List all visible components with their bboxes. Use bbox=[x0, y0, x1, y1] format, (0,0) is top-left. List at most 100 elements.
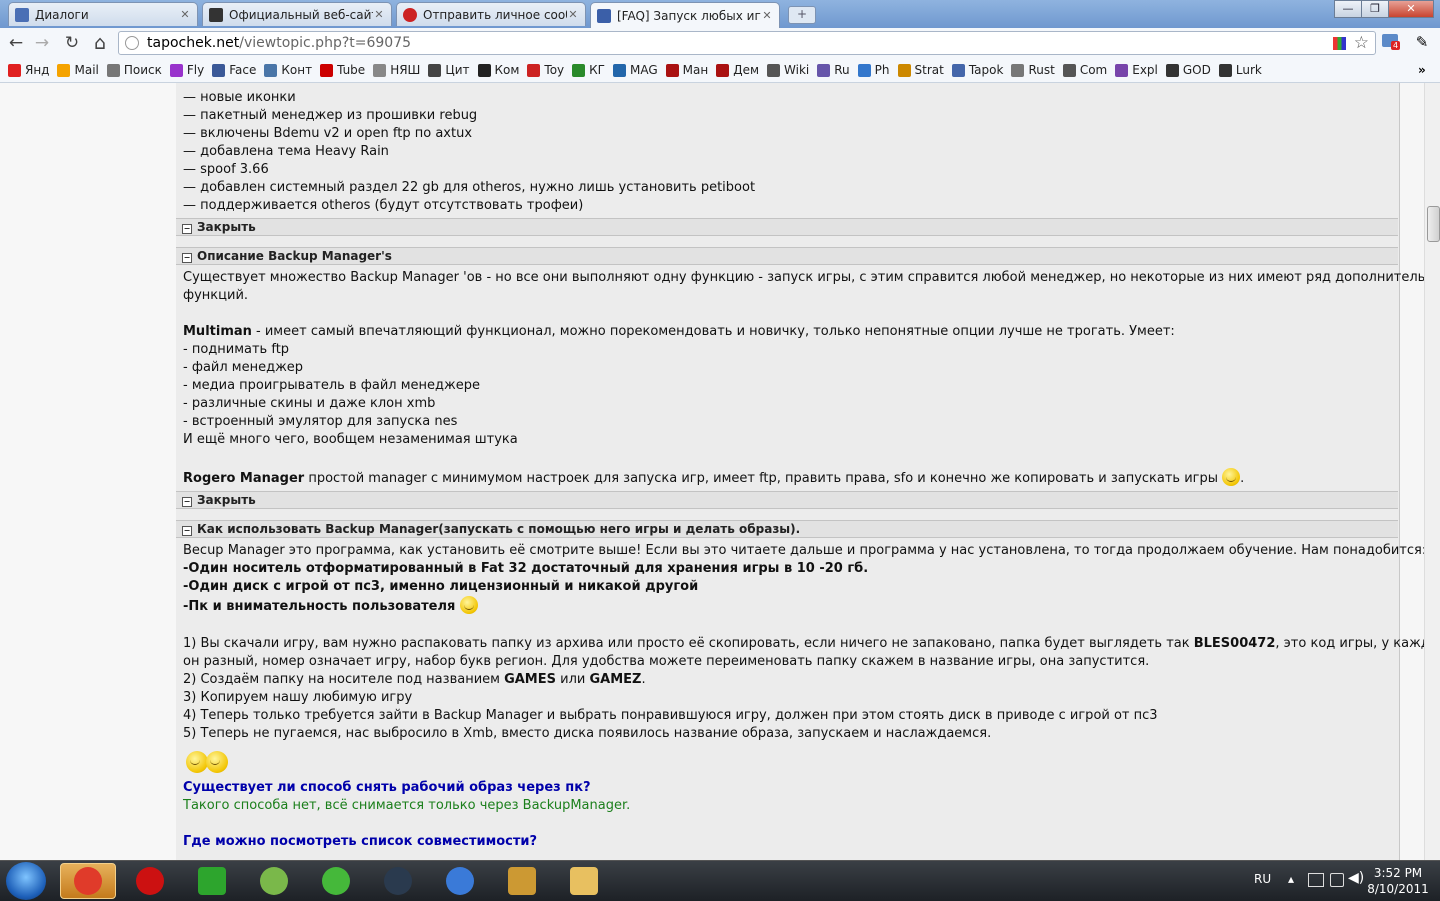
tab-private-message[interactable]: Отправить личное сообщ ✕ bbox=[396, 2, 586, 26]
bookmark-favicon-icon bbox=[212, 63, 226, 77]
opera-icon bbox=[136, 867, 164, 895]
rogero-end: . bbox=[1240, 471, 1245, 486]
page-info-icon[interactable] bbox=[125, 36, 139, 50]
bookmark-item[interactable]: Янд bbox=[8, 63, 49, 77]
right-column bbox=[1400, 83, 1424, 860]
bookmark-label: Ком bbox=[494, 63, 520, 77]
bookmark-item[interactable]: Цит bbox=[428, 63, 470, 77]
address-bar[interactable]: tapochek.net/viewtopic.php?t=69075 ☆ bbox=[118, 31, 1376, 55]
minimize-button[interactable]: — bbox=[1334, 0, 1362, 18]
taskbar-app-recycle[interactable] bbox=[246, 863, 302, 899]
forward-icon[interactable]: → bbox=[30, 32, 54, 54]
game-code: BLES00472 bbox=[1193, 636, 1276, 651]
clock-date[interactable]: 8/10/2011 bbox=[1362, 882, 1434, 896]
start-button[interactable] bbox=[6, 862, 46, 900]
bookmark-item[interactable]: Tapok bbox=[951, 63, 1003, 77]
bookmark-item[interactable]: Ман bbox=[665, 63, 708, 77]
bookmark-item[interactable]: Ком bbox=[477, 63, 520, 77]
clock-time[interactable]: 3:52 PM bbox=[1368, 866, 1428, 880]
bookmark-item[interactable]: Expl bbox=[1115, 63, 1158, 77]
bookmark-favicon-icon bbox=[857, 63, 871, 77]
tab-official-site[interactable]: Официальный веб-сайт Pl ✕ bbox=[202, 2, 392, 26]
bookmark-item[interactable]: Lurk bbox=[1218, 63, 1262, 77]
bookmark-item[interactable]: Конт bbox=[264, 63, 312, 77]
bookmark-item[interactable]: НЯШ bbox=[373, 63, 420, 77]
bookmark-item[interactable]: Face bbox=[212, 63, 256, 77]
taskbar-app-steam[interactable] bbox=[370, 863, 426, 899]
spoiler-header-how-to-use[interactable]: − Как использовать Backup Manager(запуска… bbox=[176, 520, 1398, 538]
vertical-scrollbar[interactable] bbox=[1424, 83, 1440, 860]
bookmark-favicon-icon bbox=[951, 63, 965, 77]
bookmark-item[interactable]: GOD bbox=[1165, 63, 1211, 77]
taskbar-app-opera[interactable] bbox=[122, 863, 178, 899]
rogero-desc: простой manager с минимумом настроек для… bbox=[304, 471, 1219, 486]
bookmarks-more-icon[interactable]: » bbox=[1418, 63, 1426, 77]
bookmark-star-icon[interactable]: ☆ bbox=[1354, 33, 1369, 53]
extension-icon[interactable] bbox=[1332, 36, 1346, 50]
step-text: , это код игры, у каждой bbox=[1275, 636, 1424, 651]
spoiler-body-backup-managers: Существует множество Backup Manager 'ов … bbox=[183, 269, 1424, 488]
list-item: — добавлен системный раздел 22 gb для ot… bbox=[183, 180, 756, 195]
bookmark-item[interactable]: MAG bbox=[613, 63, 658, 77]
taskbar-app-explorer[interactable] bbox=[556, 863, 612, 899]
bookmark-item[interactable]: Mail bbox=[57, 63, 99, 77]
tab-close-icon[interactable]: ✕ bbox=[567, 8, 579, 21]
bookmark-item[interactable]: Com bbox=[1062, 63, 1107, 77]
rogero-name: Rogero Manager bbox=[183, 471, 305, 486]
bookmark-item[interactable]: Strat bbox=[897, 63, 944, 77]
spoiler-header-backup-managers[interactable]: − Описание Backup Manager's bbox=[176, 247, 1398, 265]
bookmark-item[interactable]: Дем bbox=[716, 63, 759, 77]
list-item: — добавлена тема Heavy Rain bbox=[183, 144, 389, 159]
bookmark-label: GOD bbox=[1182, 63, 1211, 77]
tab-title: Отправить личное сообщ bbox=[423, 7, 567, 22]
bookmark-favicon-icon bbox=[320, 63, 334, 77]
back-icon[interactable]: ← bbox=[4, 32, 28, 54]
bookmark-favicon-icon bbox=[1011, 63, 1025, 77]
step-4: 4) Теперь только требуется зайти в Backu… bbox=[183, 708, 1158, 723]
maximize-button[interactable]: ❐ bbox=[1361, 0, 1389, 18]
tab-close-icon[interactable]: ✕ bbox=[373, 8, 385, 21]
network-icon[interactable] bbox=[1308, 873, 1324, 887]
bookmark-item[interactable]: Fly bbox=[169, 63, 204, 77]
bookmark-favicon-icon bbox=[373, 63, 387, 77]
action-center-icon[interactable] bbox=[1330, 873, 1344, 887]
bookmark-item[interactable]: Wiki bbox=[767, 63, 809, 77]
tab-faq-active[interactable]: [FAQ] Запуск любых игр и ✕ bbox=[590, 2, 780, 28]
multiman-desc: - имеет самый впечатляющий функционал, м… bbox=[251, 324, 1175, 339]
wrench-icon[interactable]: ✎ bbox=[1412, 32, 1432, 52]
bookmark-favicon-icon bbox=[527, 63, 541, 77]
close-window-button[interactable]: ✕ bbox=[1388, 0, 1434, 18]
tab-close-icon[interactable]: ✕ bbox=[179, 8, 191, 21]
language-indicator[interactable]: RU bbox=[1254, 872, 1271, 886]
taskbar-app-icq[interactable] bbox=[308, 863, 364, 899]
bookmark-item[interactable]: Tube bbox=[320, 63, 365, 77]
tray-expand-icon[interactable]: ▴ bbox=[1288, 872, 1294, 886]
taskbar-app-game[interactable] bbox=[494, 863, 550, 899]
list-item: - различные скины и даже клон xmb bbox=[183, 396, 436, 411]
spoiler-close-bar[interactable]: − Закрыть bbox=[176, 491, 1398, 509]
bookmark-item[interactable]: КГ bbox=[572, 63, 605, 77]
taskbar-app-itunes[interactable] bbox=[432, 863, 488, 899]
bookmark-label: Цит bbox=[445, 63, 470, 77]
faq-question: Существует ли способ снять рабочий образ… bbox=[183, 780, 591, 795]
new-tab-button[interactable]: + bbox=[788, 6, 816, 24]
bookmark-item[interactable]: Toy bbox=[527, 63, 564, 77]
home-icon[interactable]: ⌂ bbox=[88, 32, 112, 54]
faq-answer: Такого способа нет, всё снимается только… bbox=[183, 798, 631, 813]
post-content: — новые иконки — пакетный менеджер из пр… bbox=[176, 83, 1424, 860]
taskbar-app-utorrent[interactable] bbox=[184, 863, 240, 899]
bookmark-item[interactable]: Поиск bbox=[106, 63, 162, 77]
tab-close-icon[interactable]: ✕ bbox=[761, 9, 773, 22]
tab-title: [FAQ] Запуск любых игр и bbox=[617, 8, 761, 23]
bookmark-label: Wiki bbox=[784, 63, 810, 77]
tab-dialogs[interactable]: Диалоги ✕ bbox=[8, 2, 198, 26]
bookmark-item[interactable]: Ph bbox=[857, 63, 890, 77]
bookmark-item[interactable]: Rust bbox=[1011, 63, 1055, 77]
scrollbar-thumb[interactable] bbox=[1427, 206, 1440, 242]
spoiler-close-bar[interactable]: − Закрыть bbox=[176, 218, 1398, 236]
mail-notifier-icon[interactable]: 4 bbox=[1382, 34, 1401, 50]
taskbar-app-chrome[interactable] bbox=[60, 863, 116, 899]
bookmark-item[interactable]: Ru bbox=[817, 63, 850, 77]
spoiler-title: Описание Backup Manager's bbox=[197, 249, 392, 263]
reload-icon[interactable]: ↻ bbox=[60, 32, 84, 54]
